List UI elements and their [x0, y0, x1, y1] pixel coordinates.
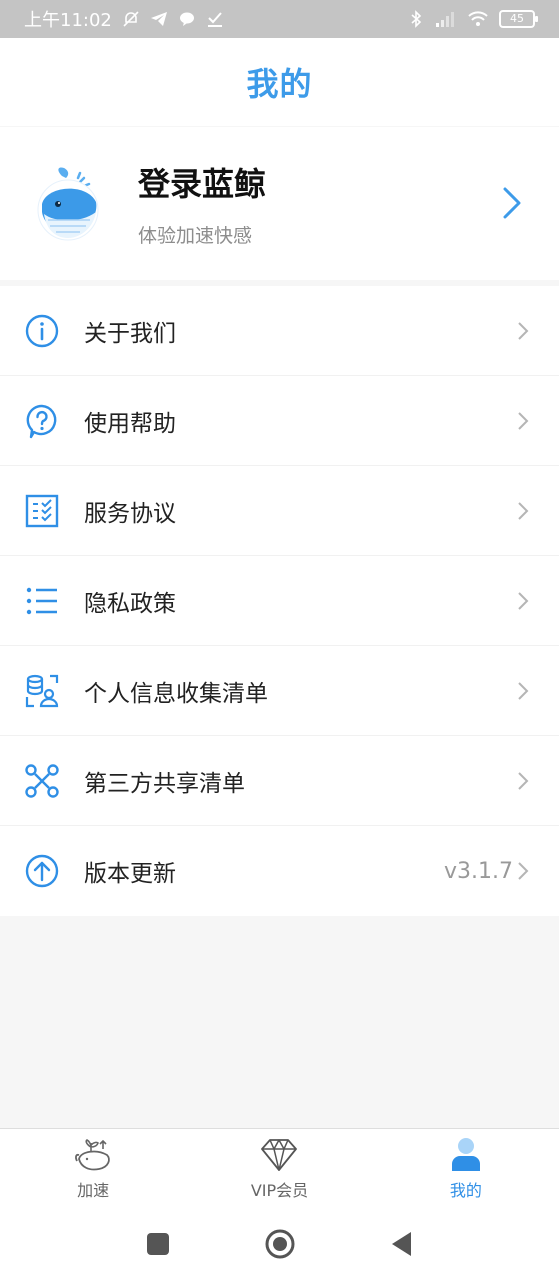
diamond-icon [261, 1138, 298, 1171]
chevron-right-icon [518, 321, 529, 340]
menu-label: 使用帮助 [84, 410, 176, 437]
menu-right [517, 681, 559, 701]
status-left: 上午11:02 [24, 6, 224, 32]
signal-icon [436, 12, 454, 27]
whale-plant-icon [75, 1138, 110, 1170]
personal-data-icon [25, 674, 59, 707]
login-subtitle: 体验加速快感 [138, 225, 253, 247]
mute-bell-icon [123, 11, 139, 27]
version-number: v3.1.7 [444, 858, 513, 884]
telegram-icon [150, 12, 167, 26]
chevron-right-icon [503, 187, 521, 219]
settings-menu: 关于我们 使用帮助 服务协议 隐私政策 个人信息收集清单 第三方共享清单 版本更… [0, 286, 559, 916]
chevron-right-icon [518, 681, 529, 700]
upload-circle-icon [25, 854, 59, 888]
whale-avatar-icon [37, 166, 99, 240]
info-icon [25, 314, 59, 347]
menu-right: v3.1.7 [444, 859, 559, 884]
chevron-right-icon [518, 501, 529, 520]
checklist-document-icon [25, 494, 59, 527]
menu-item-version-update[interactable]: 版本更新 v3.1.7 [0, 826, 559, 916]
menu-label: 个人信息收集清单 [84, 680, 268, 707]
menu-label: 服务协议 [84, 500, 176, 527]
tab-mine[interactable]: 我的 [373, 1129, 559, 1208]
menu-label: 版本更新 [84, 861, 176, 887]
tab-accelerate[interactable]: 加速 [0, 1129, 186, 1208]
profile-text: 登录蓝鲸 体验加速快感 [138, 159, 266, 248]
menu-right [517, 771, 559, 791]
share-network-icon [25, 763, 59, 798]
menu-right [517, 591, 559, 611]
status-bar: 上午11:02 45 [0, 0, 559, 38]
tab-label: VIP会员 [250, 1180, 309, 1200]
recent-apps-square-icon[interactable] [143, 1229, 173, 1259]
menu-item-about-us[interactable]: 关于我们 [0, 286, 559, 376]
login-profile-card[interactable]: 登录蓝鲸 体验加速快感 [0, 127, 559, 280]
chevron-right-icon [518, 591, 529, 610]
user-icon [451, 1137, 480, 1171]
login-title: 登录蓝鲸 [138, 165, 267, 203]
chat-bubble-icon [179, 12, 194, 26]
wifi-icon [468, 11, 488, 26]
menu-item-service-agreement[interactable]: 服务协议 [0, 466, 559, 556]
back-triangle-icon[interactable] [387, 1229, 417, 1259]
menu-label: 第三方共享清单 [84, 770, 245, 797]
tab-label: 加速 [77, 1180, 110, 1200]
page-title: 我的 [246, 65, 313, 103]
download-done-icon [207, 12, 222, 27]
home-circle-icon[interactable] [265, 1229, 295, 1259]
menu-item-privacy-policy[interactable]: 隐私政策 [0, 556, 559, 646]
status-time: 上午11:02 [24, 10, 112, 31]
menu-item-third-party-sharing[interactable]: 第三方共享清单 [0, 736, 559, 826]
menu-right [517, 321, 559, 341]
tab-label: 我的 [449, 1180, 482, 1200]
page-header: 我的 [0, 38, 559, 126]
chevron-right-icon [518, 771, 529, 790]
chevron-right-icon [518, 411, 529, 430]
menu-item-personal-info-list[interactable]: 个人信息收集清单 [0, 646, 559, 736]
battery-indicator: 45 [499, 10, 538, 28]
app-screen: 上午11:02 45 我的 登录蓝鲸 体验加速快感 关于我们 使用帮助 服务协议… [0, 0, 559, 1280]
chevron-right-icon [518, 862, 529, 880]
help-question-icon [26, 404, 57, 438]
tab-vip-member[interactable]: VIP会员 [186, 1129, 372, 1208]
menu-label: 关于我们 [84, 320, 176, 347]
list-icon [26, 587, 57, 614]
menu-label: 隐私政策 [84, 590, 176, 617]
status-right: 45 [407, 10, 538, 28]
bluetooth-icon [411, 10, 422, 28]
menu-right [517, 501, 559, 521]
menu-right [517, 411, 559, 431]
system-nav-bar [0, 1208, 559, 1280]
bottom-tab-bar: 加速 VIP会员 我的 [0, 1128, 559, 1208]
menu-item-help[interactable]: 使用帮助 [0, 376, 559, 466]
